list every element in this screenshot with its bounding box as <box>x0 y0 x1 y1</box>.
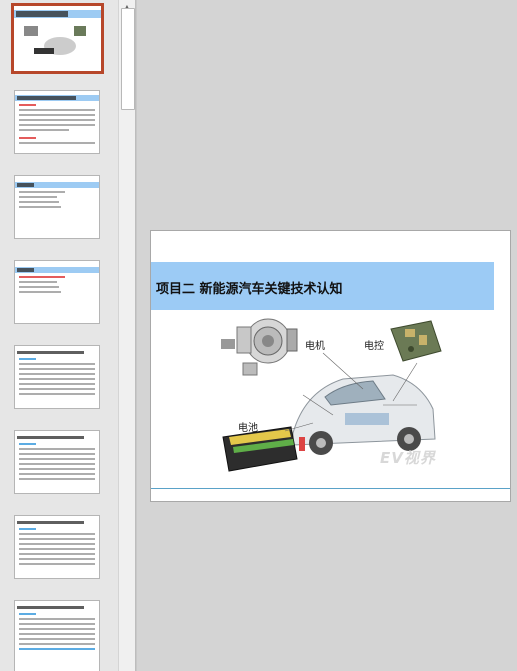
thumbnail-slide-2[interactable] <box>14 90 100 154</box>
thumbnail-slide-6[interactable] <box>14 430 100 494</box>
title-band: 项目二 新能源汽车关键技术认知 <box>151 262 494 310</box>
thumbnail-slide-3[interactable] <box>14 175 100 239</box>
scrollbar-thumb[interactable] <box>121 8 135 110</box>
battery-label: 电池 <box>238 423 258 434</box>
thumbnail-slide-1[interactable] <box>11 3 104 74</box>
watermark: EV视界 <box>380 449 436 467</box>
motor-label: 电机 <box>305 341 325 352</box>
slide-title[interactable]: 项目二 新能源汽车关键技术认知 <box>156 278 343 297</box>
car-illustration <box>292 374 436 455</box>
thumbnail-image <box>24 26 86 55</box>
thumbnail-slide-7[interactable] <box>14 515 100 579</box>
bottom-rule <box>151 488 510 489</box>
thumbnail-scrollbar[interactable]: ▲ <box>118 0 136 671</box>
slide-thumbnail-pane[interactable] <box>0 0 118 671</box>
motor-illustration <box>221 318 298 376</box>
controller-label: 电控 <box>364 341 384 352</box>
controller-illustration <box>390 320 442 362</box>
thumbnail-slide-8[interactable] <box>14 600 100 671</box>
battery-illustration <box>222 426 305 472</box>
thumbnail-slide-4[interactable] <box>14 260 100 324</box>
current-slide[interactable]: 项目二 新能源汽车关键技术认知 电机 电控 电池 EV视界 <box>150 230 511 502</box>
thumbnail-slide-5[interactable] <box>14 345 100 409</box>
